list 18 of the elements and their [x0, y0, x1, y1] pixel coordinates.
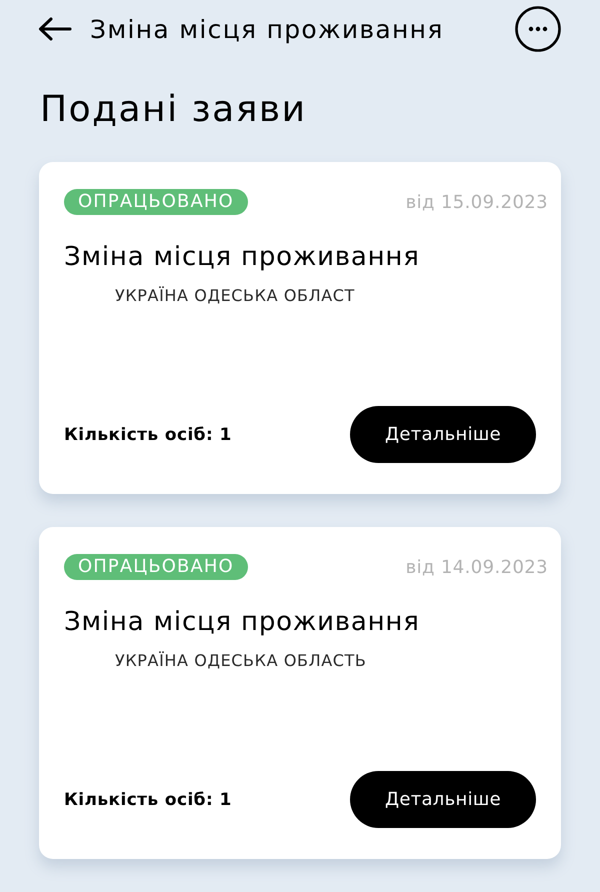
back-arrow-icon	[38, 17, 72, 41]
more-icon	[515, 6, 561, 52]
address-text: УКРАЇНА ОДЕСЬКА ОБЛАСТ	[115, 286, 356, 305]
application-title: Зміна місця проживання	[64, 242, 421, 272]
application-title: Зміна місця проживання	[64, 607, 421, 637]
application-date: від 14.09.2023	[406, 556, 548, 578]
back-button[interactable]	[38, 17, 72, 41]
persons-count: Кількість осіб: 1	[64, 790, 232, 810]
page-title: Подані заяви	[40, 88, 308, 132]
details-button[interactable]: Детальніше	[350, 771, 536, 828]
application-date: від 15.09.2023	[406, 192, 548, 212]
status-badge: ОПРАЦЬОВАНО	[64, 189, 248, 215]
details-button[interactable]: Детальніше	[350, 406, 536, 463]
more-button[interactable]	[515, 6, 561, 52]
header-title: Зміна місця проживання	[90, 14, 445, 44]
status-badge: ОПРАЦЬОВАНО	[64, 554, 248, 580]
address-text: УКРАЇНА ОДЕСЬКА ОБЛАСТЬ	[115, 651, 368, 670]
persons-count: Кількість осіб: 1	[64, 424, 232, 444]
